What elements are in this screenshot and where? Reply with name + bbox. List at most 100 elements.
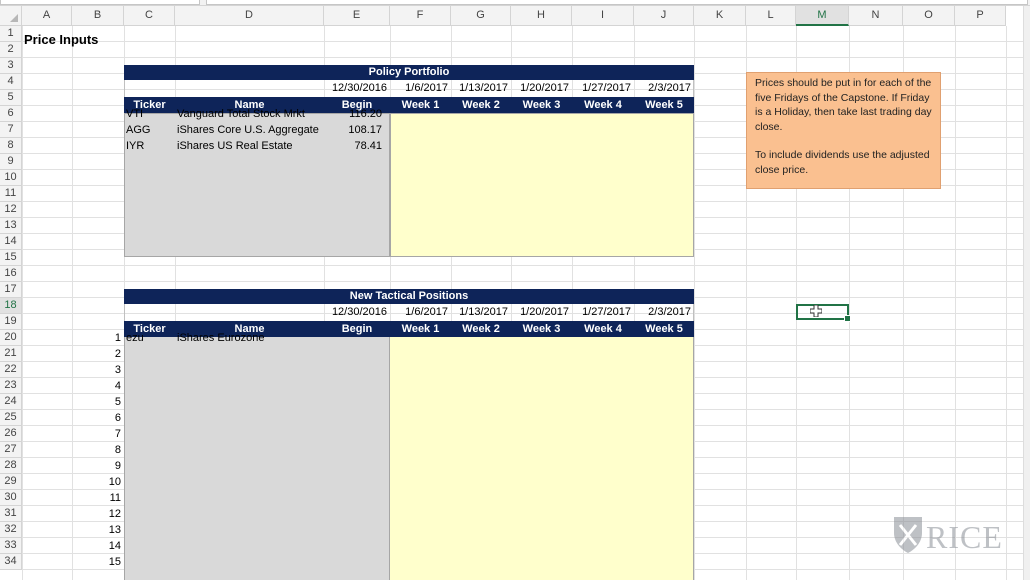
row-header-32[interactable]: 32 xyxy=(0,522,22,538)
position-number: 1 xyxy=(114,332,121,344)
row-header-13[interactable]: 13 xyxy=(0,218,22,234)
row-header-22[interactable]: 22 xyxy=(0,362,22,378)
row-header-34[interactable]: 34 xyxy=(0,554,22,570)
policy-date-3: 1/20/2017 xyxy=(520,82,569,94)
grid-line xyxy=(22,41,1030,42)
position-number: 8 xyxy=(114,444,121,456)
row-header-26[interactable]: 26 xyxy=(0,426,22,442)
begin-price-cell: 108.17 xyxy=(348,124,382,136)
vertical-scrollbar[interactable] xyxy=(1023,6,1030,580)
sheet-title: Price Inputs xyxy=(24,32,99,47)
instruction-note[interactable]: Prices should be put in for each of the … xyxy=(746,72,941,189)
policy-title: Policy Portfolio xyxy=(368,66,450,78)
position-number: 4 xyxy=(114,380,121,392)
tactical-date-5: 2/3/2017 xyxy=(648,306,691,318)
tactical-price-area[interactable] xyxy=(390,337,694,580)
select-all-corner[interactable] xyxy=(0,6,22,26)
formula-input[interactable] xyxy=(206,0,1028,5)
column-header-j[interactable]: J xyxy=(634,6,694,26)
rice-logo: RICE xyxy=(892,515,1004,557)
row-header-9[interactable]: 9 xyxy=(0,154,22,170)
begin-price-cell: 116.20 xyxy=(349,108,382,120)
row-header-16[interactable]: 16 xyxy=(0,266,22,282)
row-header-4[interactable]: 4 xyxy=(0,74,22,90)
position-number: 15 xyxy=(108,556,121,568)
column-header-l[interactable]: L xyxy=(746,6,796,26)
row-header-18[interactable]: 18 xyxy=(0,298,22,314)
grid-line xyxy=(1006,26,1007,580)
begin-price-cell: 78.41 xyxy=(354,140,382,152)
row-header-8[interactable]: 8 xyxy=(0,138,22,154)
row-header-15[interactable]: 15 xyxy=(0,250,22,266)
policy-header-week-2: Week 2 xyxy=(462,99,500,111)
row-header-5[interactable]: 5 xyxy=(0,90,22,106)
row-header-20[interactable]: 20 xyxy=(0,330,22,346)
column-header-i[interactable]: I xyxy=(572,6,634,26)
name-cell: iShares Core U.S. Aggregate xyxy=(177,124,319,136)
note-paragraph-2: To include dividends use the adjusted cl… xyxy=(755,149,930,176)
row-header-33[interactable]: 33 xyxy=(0,538,22,554)
column-header-p[interactable]: P xyxy=(955,6,1006,26)
column-header-g[interactable]: G xyxy=(451,6,511,26)
column-header-b[interactable]: B xyxy=(72,6,124,26)
row-header-23[interactable]: 23 xyxy=(0,378,22,394)
row-header-7[interactable]: 7 xyxy=(0,122,22,138)
position-number: 10 xyxy=(108,476,121,488)
row-header-19[interactable]: 19 xyxy=(0,314,22,330)
position-number: 9 xyxy=(114,460,121,472)
ticker-cell: ezu xyxy=(126,332,144,344)
name-cell: iShares Eurozone xyxy=(177,332,265,344)
ticker-cell: VTI xyxy=(126,108,144,120)
position-number: 11 xyxy=(109,492,121,504)
tactical-header-week-3: Week 3 xyxy=(522,323,561,335)
row-header-29[interactable]: 29 xyxy=(0,474,22,490)
row-header-10[interactable]: 10 xyxy=(0,170,22,186)
row-header-27[interactable]: 27 xyxy=(0,442,22,458)
row-header-28[interactable]: 28 xyxy=(0,458,22,474)
row-header-24[interactable]: 24 xyxy=(0,394,22,410)
row-header-25[interactable]: 25 xyxy=(0,410,22,426)
position-number: 2 xyxy=(114,348,121,360)
column-header-d[interactable]: D xyxy=(175,6,324,26)
column-header-o[interactable]: O xyxy=(903,6,955,26)
tactical-date-4: 1/27/2017 xyxy=(582,306,631,318)
tactical-header-begin: Begin xyxy=(341,323,373,335)
row-header-14[interactable]: 14 xyxy=(0,234,22,250)
position-number: 3 xyxy=(114,364,121,376)
name-cell: Vanguard Total Stock Mrkt xyxy=(177,108,305,120)
ticker-cell: AGG xyxy=(126,124,151,136)
column-header-a[interactable]: A xyxy=(22,6,72,26)
row-header-17[interactable]: 17 xyxy=(0,282,22,298)
policy-price-area[interactable] xyxy=(390,113,694,257)
column-header-k[interactable]: K xyxy=(694,6,746,26)
row-header-1[interactable]: 1 xyxy=(0,26,22,42)
policy-header-week-4: Week 4 xyxy=(584,99,622,111)
position-number: 14 xyxy=(108,540,121,552)
row-header-3[interactable]: 3 xyxy=(0,58,22,74)
position-number: 7 xyxy=(114,428,121,440)
note-paragraph-1: Prices should be put in for each of the … xyxy=(755,77,932,133)
tactical-date-3: 1/20/2017 xyxy=(520,306,569,318)
tactical-input-grey xyxy=(124,337,390,580)
column-header-c[interactable]: C xyxy=(124,6,175,26)
policy-date-0: 12/30/2016 xyxy=(331,82,387,94)
fill-handle[interactable] xyxy=(844,315,851,322)
row-header-30[interactable]: 30 xyxy=(0,490,22,506)
row-header-2[interactable]: 2 xyxy=(0,42,22,58)
row-header-12[interactable]: 12 xyxy=(0,202,22,218)
row-header-31[interactable]: 31 xyxy=(0,506,22,522)
policy-date-4: 1/27/2017 xyxy=(582,82,631,94)
grid-line xyxy=(694,26,695,580)
name-box[interactable] xyxy=(0,0,200,5)
plus-cursor-icon xyxy=(810,305,822,317)
column-header-h[interactable]: H xyxy=(511,6,572,26)
tactical-header-week-5: Week 5 xyxy=(645,323,683,335)
column-header-n[interactable]: N xyxy=(849,6,903,26)
row-header-6[interactable]: 6 xyxy=(0,106,22,122)
row-header-11[interactable]: 11 xyxy=(0,186,22,202)
column-header-f[interactable]: F xyxy=(390,6,451,26)
column-header-e[interactable]: E xyxy=(324,6,390,26)
active-cell-M18[interactable] xyxy=(796,304,851,322)
row-header-21[interactable]: 21 xyxy=(0,346,22,362)
column-header-m[interactable]: M xyxy=(796,6,849,26)
